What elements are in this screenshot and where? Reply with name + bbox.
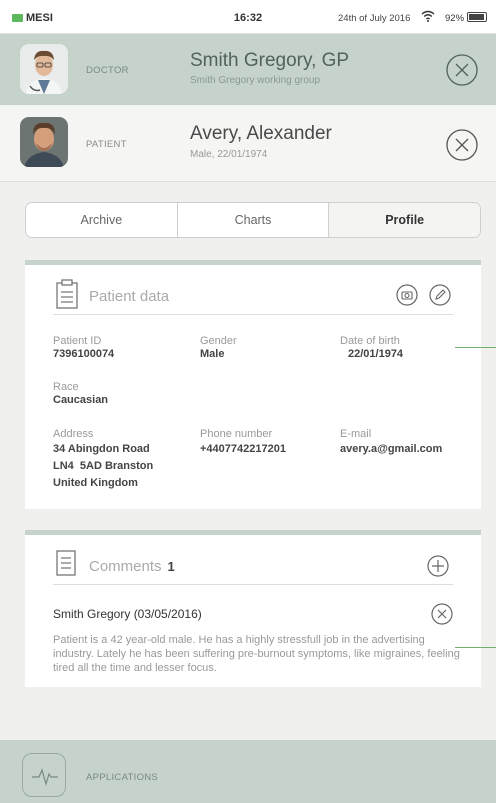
tab-charts[interactable]: Charts: [176, 203, 329, 237]
edit-button[interactable]: [429, 284, 451, 306]
patient-name: Avery, Alexander: [190, 123, 332, 144]
patient-header[interactable]: PATIENT Avery, Alexander Male, 22/01/197…: [0, 105, 496, 182]
profile-tabs: Archive Charts Profile: [25, 202, 481, 238]
field-label: Date of birth: [340, 335, 400, 347]
doctor-role-label: DOCTOR: [86, 65, 129, 76]
heartbeat-icon: [32, 768, 58, 787]
camera-icon: [396, 284, 418, 306]
address-line-1: 34 Abingdon Road: [53, 443, 150, 455]
comments-title-label: Comments: [89, 558, 162, 575]
camera-button[interactable]: [396, 284, 418, 306]
status-bar: MESI 16:32 24th of July 2016 92%: [0, 0, 496, 34]
applications-button[interactable]: [22, 753, 66, 797]
comment-author: Smith Gregory (03/05/2016): [53, 607, 202, 621]
battery-icon: [467, 12, 487, 22]
address-line-2: LN4 5AD Branston: [53, 460, 154, 472]
field-address: Address 34 Abingdon Road LN4 5AD Bransto…: [53, 428, 153, 492]
wifi-icon: [421, 10, 435, 25]
field-race: Race Caucasian: [53, 381, 108, 406]
field-value: Caucasian: [53, 394, 109, 406]
field-label: Race: [53, 381, 79, 393]
tab-profile[interactable]: Profile: [328, 203, 480, 237]
field-value: +4407742217201: [200, 443, 286, 455]
field-gender: Gender Male: [200, 335, 237, 360]
patient-data-card: Patient data Patient ID 7396100074 Gende…: [25, 260, 481, 509]
patient-details: Male, 22/01/1974: [190, 149, 268, 160]
address-line-3: United Kingdom: [53, 477, 138, 489]
close-icon: [446, 54, 478, 86]
clipboard-icon: [55, 279, 79, 309]
field-value: 22/01/1974: [348, 348, 404, 360]
doctor-avatar: [20, 44, 68, 94]
bottom-bar: APPLICATIONS: [0, 740, 496, 803]
status-date: 24th of July 2016: [338, 13, 411, 24]
pointer-line: [455, 647, 496, 648]
field-label: Gender: [200, 335, 237, 347]
comments-count: 1: [167, 559, 175, 574]
battery-percent: 92%: [445, 13, 465, 24]
delete-comment-button[interactable]: [431, 603, 453, 625]
field-patient-id: Patient ID 7396100074: [53, 335, 114, 360]
patient-data-title: Patient data: [89, 288, 170, 305]
field-phone: Phone number +4407742217201: [200, 428, 286, 458]
pencil-icon: [429, 284, 451, 306]
field-label: Patient ID: [53, 335, 102, 347]
patient-data-header: Patient data: [53, 279, 453, 315]
field-email: E-mail avery.a@gmail.com: [340, 428, 442, 458]
add-comment-button[interactable]: [427, 555, 449, 577]
close-icon: [446, 129, 478, 161]
doctor-name: Smith Gregory, GP: [190, 50, 350, 71]
field-label: Phone number: [200, 428, 273, 440]
pointer-line: [455, 347, 496, 348]
field-date-of-birth: Date of birth 22/01/1974: [340, 335, 403, 360]
doctor-header[interactable]: DOCTOR Smith Gregory, GP Smith Gregory w…: [0, 34, 496, 105]
field-value: 7396100074: [53, 348, 115, 360]
applications-label: APPLICATIONS: [86, 772, 159, 783]
comments-card: Comments 1 Smith Gregory (03/05/2016) Pat…: [25, 530, 481, 687]
field-label: E-mail: [340, 428, 372, 440]
tab-archive[interactable]: Archive: [26, 203, 177, 237]
doctor-group: Smith Gregory working group: [190, 75, 321, 86]
field-value: Male: [200, 348, 225, 360]
patient-avatar: [20, 117, 68, 167]
comment-text: Patient is a 42 year-old male. He has a …: [53, 634, 460, 674]
close-icon: [431, 603, 453, 625]
patient-role-label: PATIENT: [86, 139, 127, 150]
document-icon: [55, 549, 79, 579]
field-value: avery.a@gmail.com: [340, 443, 443, 455]
patient-close-button[interactable]: [445, 128, 479, 162]
field-label: Address: [53, 428, 94, 440]
comments-header: Comments 1: [53, 549, 453, 585]
comments-title: Comments 1: [89, 558, 175, 575]
plus-icon: [427, 555, 449, 577]
battery-fill: [469, 14, 484, 20]
doctor-close-button[interactable]: [445, 53, 479, 87]
